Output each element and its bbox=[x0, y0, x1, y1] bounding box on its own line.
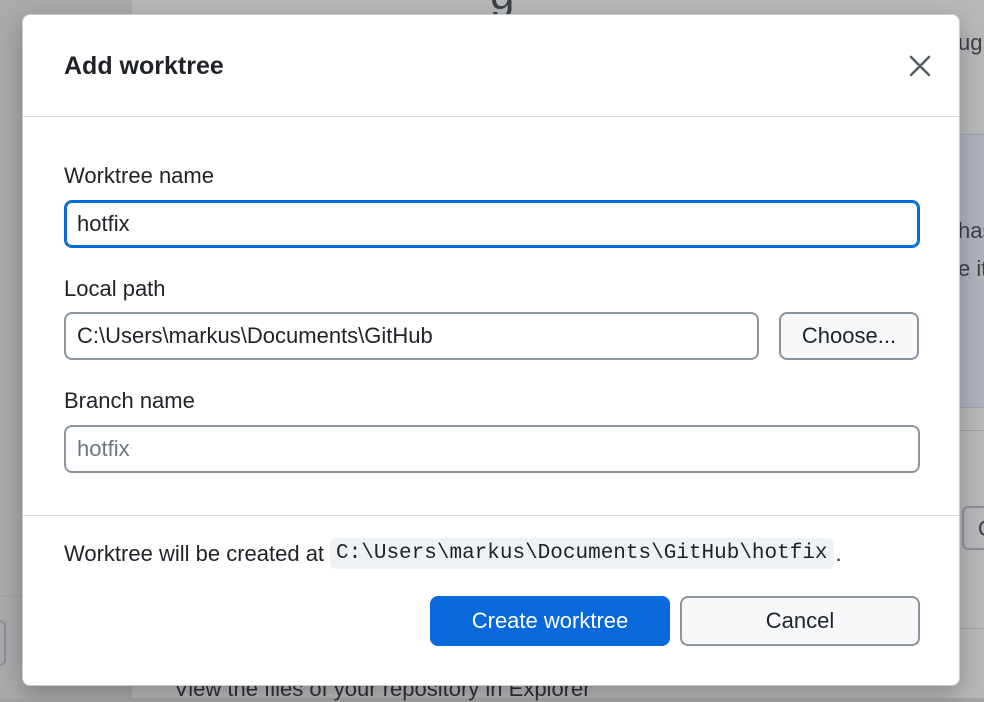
local-path-label: Local path bbox=[64, 276, 166, 301]
dialog-footer: Worktree will be created at C:\Users\mar… bbox=[23, 515, 959, 685]
branch-name-label: Branch name bbox=[64, 388, 195, 413]
branch-name-input[interactable] bbox=[64, 425, 920, 473]
background-divider bbox=[960, 628, 984, 629]
create-worktree-button[interactable]: Create worktree bbox=[430, 596, 670, 646]
location-note-prefix: Worktree will be created at bbox=[64, 540, 325, 566]
background-button: O bbox=[962, 506, 984, 550]
background-button bbox=[0, 620, 6, 666]
add-worktree-dialog: Add worktree Worktree name Local path Ch… bbox=[22, 14, 960, 686]
background-divider bbox=[960, 430, 984, 431]
worktree-path: C:\Users\markus\Documents\GitHub\hotfix bbox=[330, 538, 834, 569]
dialog-header: Add worktree bbox=[23, 15, 959, 117]
background-text-fragment: e it bbox=[958, 256, 984, 281]
dialog-title: Add worktree bbox=[64, 52, 224, 80]
cancel-button[interactable]: Cancel bbox=[680, 596, 920, 646]
background-text-fragment: has bbox=[958, 218, 984, 243]
background-divider bbox=[0, 596, 22, 597]
worktree-location-note: Worktree will be created at C:\Users\mar… bbox=[64, 538, 842, 569]
local-path-input[interactable] bbox=[64, 312, 759, 360]
worktree-name-input[interactable] bbox=[64, 200, 920, 248]
worktree-name-label: Worktree name bbox=[64, 163, 214, 188]
choose-path-button[interactable]: Choose... bbox=[779, 312, 919, 360]
location-note-suffix: . bbox=[835, 540, 842, 566]
close-icon bbox=[909, 55, 931, 77]
background-text-fragment: ug bbox=[958, 30, 983, 55]
close-button[interactable] bbox=[907, 53, 933, 79]
